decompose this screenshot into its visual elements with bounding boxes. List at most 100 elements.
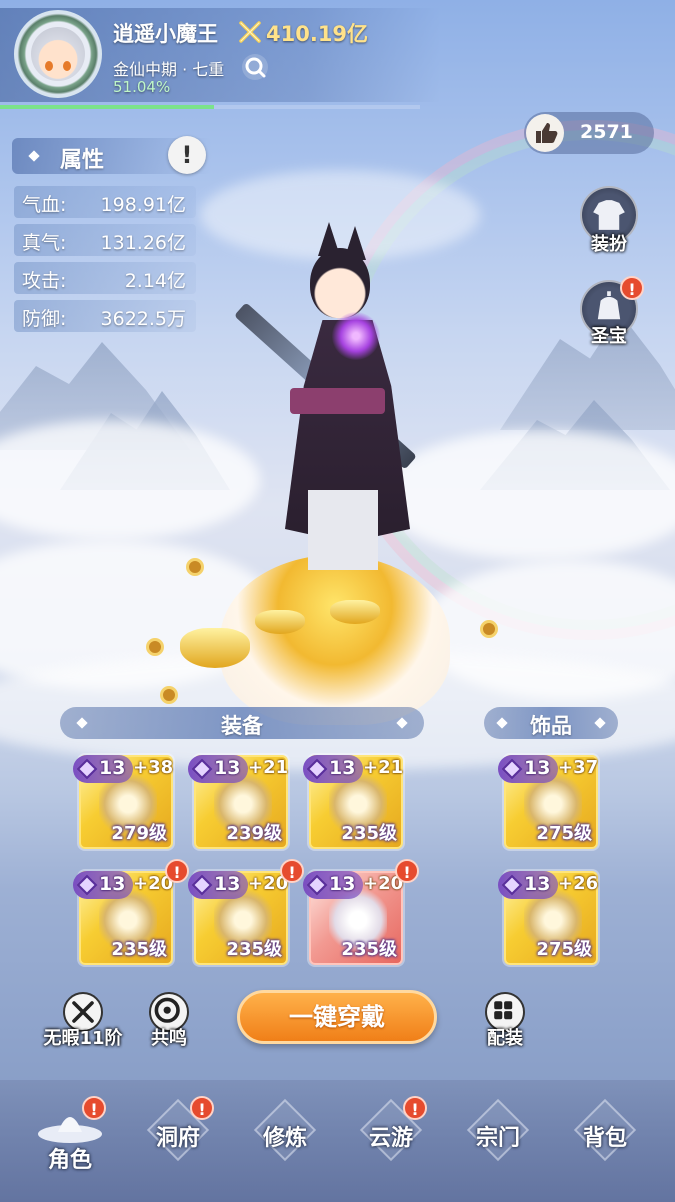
accessory-slot-ring[interactable]: 13 +37 275级 <box>498 755 598 849</box>
notification-badge: ! <box>190 1096 214 1120</box>
coin-icon <box>146 638 164 656</box>
search-button[interactable] <box>242 54 268 80</box>
search-icon <box>245 57 266 78</box>
attr-value: 2.14亿 <box>124 270 186 292</box>
character-legs <box>308 490 378 570</box>
gem-tag: 13 <box>73 755 133 783</box>
gem-icon <box>191 874 213 896</box>
gem-icon <box>76 874 98 896</box>
equipment-slot-armor[interactable]: 13 +21 235级 <box>303 755 403 849</box>
gem-tag: 13 <box>498 871 558 899</box>
realm-progress-bar <box>0 105 420 109</box>
attr-row-hp: 气血: 198.91亿 <box>14 186 196 218</box>
gem-level: 13 <box>99 757 126 779</box>
holy-treasure-label: 圣宝 <box>591 326 627 347</box>
nav-tab-travel[interactable]: 云游 ! <box>341 1096 441 1188</box>
equipment-title: 装备 <box>221 714 263 738</box>
gem-level: 13 <box>524 873 551 895</box>
nav-label: 修炼 <box>262 1126 307 1151</box>
realm-progress-fill <box>0 105 215 109</box>
nav-tab-cultivate[interactable]: 修炼 <box>235 1098 335 1188</box>
nav-label: 角色 <box>47 1148 92 1173</box>
enhance-level: +38 <box>133 757 174 778</box>
coin-icon <box>480 620 498 638</box>
enhance-level: +21 <box>248 757 289 778</box>
character-sash <box>290 388 385 414</box>
notification-badge: ! <box>165 859 189 883</box>
gem-tag: 13 <box>303 871 363 899</box>
accessory-slot-pendant[interactable]: 13 +26 275级 <box>498 871 599 965</box>
notification-badge: ! <box>395 859 419 883</box>
item-level: 235级 <box>341 823 397 844</box>
attr-label: 攻击: <box>22 270 67 292</box>
gem-icon <box>191 758 213 780</box>
attr-value: 198.91亿 <box>100 194 186 216</box>
nav-tab-bag[interactable]: 背包 <box>555 1098 655 1188</box>
notification-badge: ! <box>82 1096 106 1120</box>
like-counter[interactable]: 2571 <box>524 112 654 154</box>
notification-badge: ! <box>280 859 304 883</box>
attributes-info-button[interactable]: ! <box>168 136 206 174</box>
attr-row-qi: 真气: 131.26亿 <box>14 224 196 256</box>
attributes-title: 属性 <box>60 148 105 173</box>
gold-ingot-icon <box>330 600 380 624</box>
purple-orb <box>332 312 380 360</box>
equipment-slot-weapon[interactable]: 13 +38 279级 <box>73 755 174 849</box>
item-level: 235级 <box>111 939 167 960</box>
attr-value: 131.26亿 <box>100 232 186 254</box>
equipment-slot-belt[interactable]: 13 +20 235级 ! <box>73 859 189 965</box>
gem-icon <box>306 758 328 780</box>
coin-icon <box>186 558 204 576</box>
item-level: 275级 <box>536 823 592 844</box>
enhance-level: +26 <box>558 873 599 894</box>
flawless-label: 无暇11阶 <box>43 1028 123 1049</box>
item-level: 279级 <box>111 823 167 844</box>
avatar[interactable] <box>14 10 102 98</box>
gem-icon <box>501 758 523 780</box>
gem-tag: 13 <box>188 871 248 899</box>
avatar-face <box>31 27 85 81</box>
diamond-ornament-icon <box>28 150 40 162</box>
item-level: 275级 <box>536 939 592 960</box>
equip-all-button[interactable]: 一键穿戴 <box>237 990 437 1044</box>
character-head <box>310 248 370 318</box>
equipment-slot-boots[interactable]: 13 +20 235级 ! <box>303 859 419 965</box>
gem-level: 13 <box>99 873 126 895</box>
gem-tag: 13 <box>73 871 133 899</box>
equip-all-label: 一键穿戴 <box>289 1003 385 1031</box>
item-level: 235级 <box>341 939 397 960</box>
realm-progress-text: 51.04% <box>113 78 171 96</box>
gem-icon <box>501 874 523 896</box>
nav-tab-sect[interactable]: 宗门 <box>448 1098 548 1188</box>
cultivation-realm: 金仙中期 · 七重 <box>113 60 225 79</box>
thumbs-up-icon <box>526 114 564 152</box>
nav-label: 宗门 <box>475 1126 520 1151</box>
gem-level: 13 <box>329 757 356 779</box>
nav-label: 洞府 <box>155 1126 200 1151</box>
nav-label: 云游 <box>368 1126 413 1151</box>
nav-tab-character[interactable]: 角色 ! <box>20 1096 120 1188</box>
notification-badge: ! <box>403 1096 427 1120</box>
equipment-slot-helmet[interactable]: 13 +21 239级 <box>188 755 289 849</box>
nav-tab-cave[interactable]: 洞府 ! <box>128 1096 228 1188</box>
accessories-section-header: 饰品 <box>484 707 618 739</box>
attr-label: 真气: <box>22 232 67 254</box>
gold-ingot-icon <box>255 610 305 634</box>
lucky-cat-pedestal <box>220 555 450 725</box>
attr-row-attack: 攻击: 2.14亿 <box>14 262 196 294</box>
equipment-slot-gloves[interactable]: 13 +20 235级 ! <box>188 859 304 965</box>
gem-level: 13 <box>214 873 241 895</box>
attr-label: 防御: <box>22 308 67 330</box>
gem-tag: 13 <box>188 755 248 783</box>
notification-badge: ! <box>620 276 644 300</box>
gem-tag: 13 <box>498 755 558 783</box>
player-name: 逍遥小魔王 <box>113 22 218 46</box>
loadout-label: 配装 <box>487 1028 523 1049</box>
crossed-swords-icon <box>239 21 261 43</box>
like-count: 2571 <box>580 121 633 143</box>
equipment-section-header: 装备 <box>60 707 424 739</box>
avatar-eye <box>45 61 53 71</box>
gem-icon <box>76 758 98 780</box>
gem-tag: 13 <box>303 755 363 783</box>
gem-icon <box>306 874 328 896</box>
